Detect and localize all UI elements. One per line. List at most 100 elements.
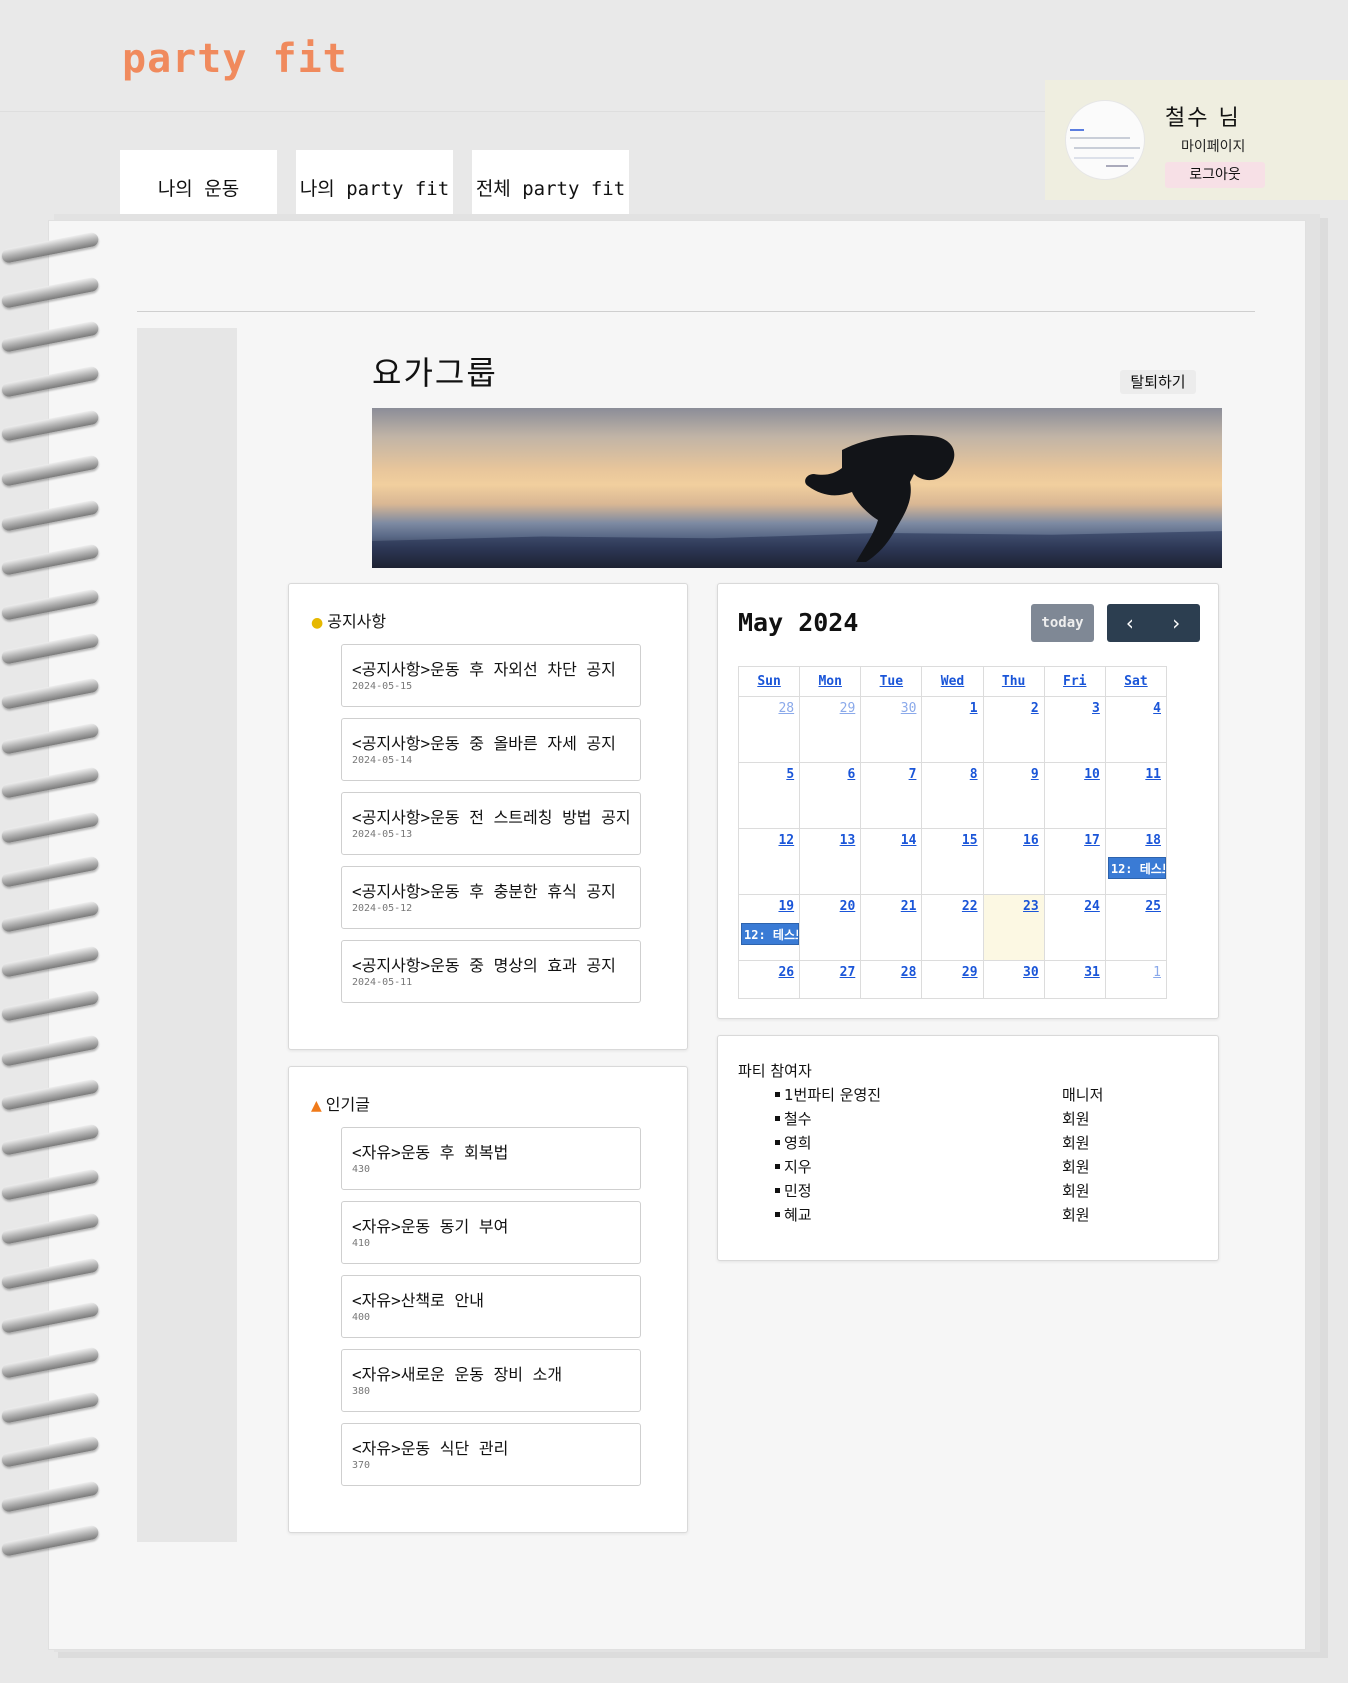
calendar-day[interactable]: 22 <box>921 894 984 961</box>
calendar-day[interactable]: 9 <box>982 762 1045 829</box>
chevron-left-icon[interactable]: ‹ <box>1107 604 1153 642</box>
calendar-event[interactable]: 12: 테스트 <box>741 923 800 945</box>
calendar-day[interactable]: 1 <box>1104 960 1168 999</box>
day-number[interactable]: 15 <box>962 833 978 848</box>
calendar-day[interactable]: 4 <box>1104 696 1168 763</box>
day-number[interactable]: 26 <box>778 965 794 980</box>
calendar-day[interactable]: 12 <box>737 828 801 895</box>
day-number[interactable]: 24 <box>1084 899 1100 914</box>
popular-item[interactable]: <자유>운동 동기 부여 410 <box>341 1201 641 1264</box>
calendar-day[interactable]: 13 <box>799 828 862 895</box>
tab-my-party-fit[interactable]: 나의 party fit <box>296 150 453 222</box>
day-number[interactable]: 3 <box>1092 701 1100 716</box>
calendar-day[interactable]: 24 <box>1043 894 1106 961</box>
logo[interactable]: party fit <box>122 36 348 82</box>
calendar-day[interactable]: 30 <box>982 960 1045 999</box>
notice-item[interactable]: <공지사항>운동 후 충분한 휴식 공지 2024-05-12 <box>341 866 641 929</box>
day-number[interactable]: 14 <box>901 833 917 848</box>
calendar-day[interactable]: 29 <box>799 696 862 763</box>
popular-item[interactable]: <자유>운동 후 회복법 430 <box>341 1127 641 1190</box>
day-number[interactable]: 8 <box>970 767 978 782</box>
calendar-day[interactable]: 10 <box>1043 762 1106 829</box>
day-number[interactable]: 1 <box>1153 965 1161 980</box>
calendar-day[interactable]: 8 <box>921 762 984 829</box>
calendar-day[interactable]: 25 <box>1104 894 1168 961</box>
weekday-header[interactable]: Wed <box>921 666 984 697</box>
notice-item[interactable]: <공지사항>운동 후 자외선 차단 공지 2024-05-15 <box>341 644 641 707</box>
day-number[interactable]: 29 <box>840 701 856 716</box>
day-number[interactable]: 16 <box>1023 833 1039 848</box>
calendar-day[interactable]: 7 <box>860 762 923 829</box>
day-number[interactable]: 20 <box>840 899 856 914</box>
calendar-day[interactable]: 30 <box>860 696 923 763</box>
day-number[interactable]: 13 <box>840 833 856 848</box>
notice-item[interactable]: <공지사항>운동 전 스트레칭 방법 공지 2024-05-13 <box>341 792 641 855</box>
calendar-day[interactable]: 14 <box>860 828 923 895</box>
calendar-day[interactable]: 5 <box>737 762 801 829</box>
tab-all-party-fit[interactable]: 전체 party fit <box>472 150 629 222</box>
day-number[interactable]: 7 <box>909 767 917 782</box>
day-number[interactable]: 25 <box>1145 899 1161 914</box>
calendar-day[interactable]: 29 <box>921 960 984 999</box>
weekday-header[interactable]: Tue <box>860 666 923 697</box>
calendar-day[interactable]: 15 <box>921 828 984 895</box>
day-number[interactable]: 21 <box>901 899 917 914</box>
calendar-day[interactable]: 2 <box>982 696 1045 763</box>
calendar-day[interactable]: 3 <box>1043 696 1106 763</box>
day-number[interactable]: 28 <box>778 701 794 716</box>
calendar-event[interactable]: 12: 테스트 <box>1107 857 1166 879</box>
calendar-day[interactable]: 11 <box>1104 762 1168 829</box>
day-number[interactable]: 6 <box>847 767 855 782</box>
notice-item[interactable]: <공지사항>운동 중 올바른 자세 공지 2024-05-14 <box>341 718 641 781</box>
day-number[interactable]: 10 <box>1084 767 1100 782</box>
weekday-header[interactable]: Sun <box>737 666 801 697</box>
calendar-day[interactable]: 18 12: 테스트 <box>1104 828 1168 895</box>
day-number[interactable]: 28 <box>901 965 917 980</box>
day-number[interactable]: 29 <box>962 965 978 980</box>
day-number[interactable]: 30 <box>901 701 917 716</box>
calendar-day[interactable]: 23 <box>982 894 1045 961</box>
day-number[interactable]: 12 <box>778 833 794 848</box>
day-number[interactable]: 11 <box>1145 767 1161 782</box>
today-button[interactable]: today <box>1031 604 1094 642</box>
leave-group-button[interactable]: 탈퇴하기 <box>1120 370 1196 394</box>
calendar-day[interactable]: 16 <box>982 828 1045 895</box>
day-number[interactable]: 22 <box>962 899 978 914</box>
weekday-header[interactable]: Fri <box>1043 666 1106 697</box>
weekday-header[interactable]: Mon <box>799 666 862 697</box>
calendar-day[interactable]: 31 <box>1043 960 1106 999</box>
calendar-day[interactable]: 20 <box>799 894 862 961</box>
day-number[interactable]: 1 <box>970 701 978 716</box>
day-number[interactable]: 27 <box>840 965 856 980</box>
day-number[interactable]: 5 <box>786 767 794 782</box>
popular-item[interactable]: <자유>운동 식단 관리 370 <box>341 1423 641 1486</box>
calendar-day[interactable]: 1 <box>921 696 984 763</box>
day-number[interactable]: 19 <box>778 899 794 914</box>
notice-item[interactable]: <공지사항>운동 중 명상의 효과 공지 2024-05-11 <box>341 940 641 1003</box>
tab-my-exercise[interactable]: 나의 운동 <box>120 150 277 222</box>
day-number[interactable]: 23 <box>1023 899 1039 914</box>
day-number[interactable]: 4 <box>1153 701 1161 716</box>
calendar-day[interactable]: 21 <box>860 894 923 961</box>
calendar-day[interactable]: 17 <box>1043 828 1106 895</box>
calendar-day[interactable]: 28 <box>737 696 801 763</box>
chevron-right-icon[interactable]: › <box>1153 604 1199 642</box>
popular-item[interactable]: <자유>새로운 운동 장비 소개 380 <box>341 1349 641 1412</box>
calendar-day[interactable]: 19 12: 테스트 <box>737 894 801 961</box>
day-number[interactable]: 31 <box>1084 965 1100 980</box>
calendar-day[interactable]: 27 <box>799 960 862 999</box>
day-number[interactable]: 30 <box>1023 965 1039 980</box>
popular-item[interactable]: <자유>산책로 안내 400 <box>341 1275 641 1338</box>
weekday-header[interactable]: Sat <box>1104 666 1168 697</box>
day-number[interactable]: 17 <box>1084 833 1100 848</box>
weekday-header[interactable]: Thu <box>982 666 1045 697</box>
day-number[interactable]: 18 <box>1145 833 1161 848</box>
calendar-day[interactable]: 6 <box>799 762 862 829</box>
logout-button[interactable]: 로그아웃 <box>1165 162 1265 188</box>
avatar[interactable] <box>1065 100 1145 180</box>
mypage-link[interactable]: 마이페이지 <box>1181 136 1245 156</box>
calendar-day[interactable]: 26 <box>737 960 801 999</box>
calendar-day[interactable]: 28 <box>860 960 923 999</box>
day-number[interactable]: 9 <box>1031 767 1039 782</box>
day-number[interactable]: 2 <box>1031 701 1039 716</box>
